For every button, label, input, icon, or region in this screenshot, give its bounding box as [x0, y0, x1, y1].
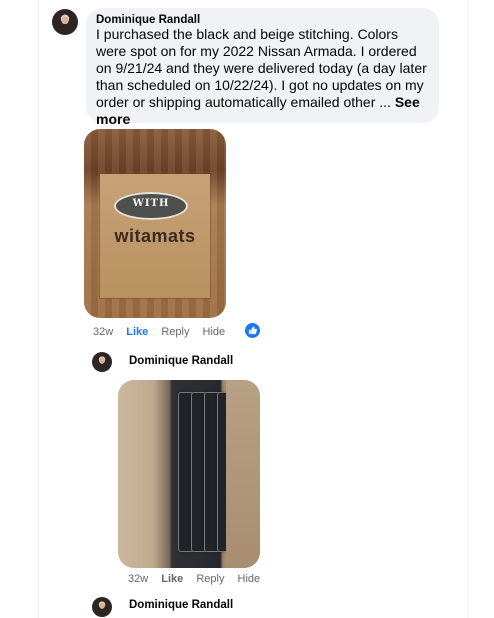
like-button[interactable]: Like: [161, 573, 183, 585]
comment-body: I purchased the black and beige stitchin…: [96, 26, 429, 128]
reply-button[interactable]: Reply: [161, 326, 189, 338]
reply-actions: 32w Like Reply Hide: [128, 573, 270, 585]
hide-button[interactable]: Hide: [238, 573, 261, 585]
reply-author-2[interactable]: Dominique Randall: [129, 599, 233, 611]
reply-author[interactable]: Dominique Randall: [129, 355, 233, 367]
comment-author[interactable]: Dominique Randall: [96, 14, 429, 26]
box-flap: [226, 380, 260, 568]
comment-time[interactable]: 32w: [93, 326, 113, 338]
hide-button[interactable]: Hide: [203, 326, 226, 338]
like-button[interactable]: Like: [126, 326, 148, 338]
reply-photo[interactable]: [118, 380, 260, 568]
comment-actions: 32w Like Reply Hide: [93, 326, 235, 338]
reply-avatar[interactable]: [92, 352, 112, 372]
reply-avatar-2[interactable]: [92, 597, 112, 617]
comment-text: I purchased the black and beige stitchin…: [96, 26, 427, 110]
comment-bubble: Dominique Randall I purchased the black …: [86, 8, 439, 127]
panel-edge: [467, 0, 468, 618]
thread-line: [38, 0, 39, 618]
shipping-box: WITH witamats: [100, 174, 210, 298]
box-logo-badge: WITH: [114, 192, 188, 220]
avatar[interactable]: [52, 9, 78, 35]
thumbs-up-glyph: [248, 326, 257, 335]
box-brand-text: witamats: [114, 226, 196, 246]
reply-time[interactable]: 32w: [128, 573, 148, 585]
thumbs-up-icon[interactable]: [245, 323, 260, 338]
reply-button[interactable]: Reply: [196, 573, 224, 585]
comment-photo[interactable]: WITH witamats: [84, 129, 226, 318]
